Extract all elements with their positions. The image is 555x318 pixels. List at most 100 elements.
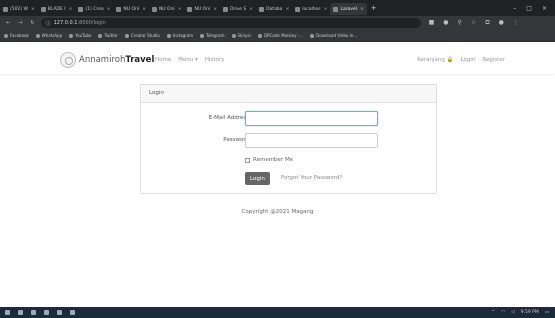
vscode-icon[interactable]: [57, 310, 62, 315]
close-tab-icon[interactable]: ×: [31, 7, 35, 12]
email-label: E-Mail Address: [208, 115, 249, 121]
bookmark-favicon-icon: [310, 33, 315, 38]
info-icon[interactable]: ⓘ: [46, 20, 51, 27]
browser-toolbar: ■ ● ⚲ ☆ ⧉ ● ⋮: [429, 19, 519, 27]
tab-favicon-icon: [295, 6, 301, 12]
bookmark-item[interactable]: Download Video In...: [310, 33, 357, 38]
tab-favicon-icon: [223, 6, 228, 12]
browser-tab[interactable]: localhos ×: [292, 3, 330, 15]
browser-tab[interactable]: NU Onl ×: [149, 3, 185, 15]
close-tab-icon[interactable]: ×: [324, 7, 328, 12]
close-tab-icon[interactable]: ×: [142, 7, 146, 12]
password-input[interactable]: [245, 133, 378, 148]
login-button[interactable]: Login: [245, 172, 270, 185]
windows-start-icon[interactable]: [5, 310, 10, 315]
tray-arrow-icon[interactable]: ^: [491, 310, 495, 315]
close-tab-icon[interactable]: ×: [249, 7, 253, 12]
volume-icon[interactable]: ◁: [511, 310, 514, 315]
browser-tab-active[interactable]: Laravel ×: [330, 3, 367, 15]
tab-favicon-icon: [116, 6, 122, 12]
main-menu: Home Menu ▾ History: [155, 57, 224, 63]
system-tray: ^ ◠ ◁ 9:59 PM ▭: [491, 310, 555, 315]
search-icon[interactable]: [18, 310, 23, 315]
browser-tab-bar: (502) W × BLADE I × (1) Crea × NU Onl × NU O…: [0, 0, 555, 16]
remember-me-checkbox[interactable]: Remember Me: [245, 157, 293, 163]
close-tab-icon[interactable]: ×: [69, 7, 73, 12]
bookmark-favicon-icon: [69, 33, 74, 38]
maximize-icon[interactable]: □: [526, 5, 532, 12]
tab-favicon-icon: [78, 6, 84, 12]
browser-icon[interactable]: [70, 310, 75, 315]
brand-logo-icon: [60, 52, 76, 68]
tab-favicon-icon: [333, 6, 339, 12]
bookmark-item[interactable]: Twitter: [98, 33, 118, 38]
nav-menu-dropdown[interactable]: Menu ▾: [178, 57, 198, 63]
nav-history-link[interactable]: History: [205, 57, 225, 63]
extension-icon[interactable]: ■: [429, 19, 435, 27]
close-tab-icon[interactable]: ×: [360, 7, 364, 12]
nav-buttons: ← → ↻: [0, 20, 35, 26]
nav-register-link[interactable]: Register: [482, 57, 505, 63]
tab-favicon-icon: [3, 6, 8, 12]
bookmark-favicon-icon: [98, 33, 103, 38]
os-taskbar: ^ ◠ ◁ 9:59 PM ▭: [0, 307, 555, 318]
close-tab-icon[interactable]: ×: [213, 7, 217, 12]
extension-icon[interactable]: ●: [443, 19, 448, 27]
wifi-icon[interactable]: ◠: [501, 310, 505, 315]
browser-tab[interactable]: BLADE I ×: [38, 3, 76, 15]
bookmark-item[interactable]: Facebook: [4, 33, 29, 38]
nav-cart-link[interactable]: Keranjang 🔒: [417, 57, 453, 63]
forgot-password-link[interactable]: Forgot Your Password?: [281, 175, 342, 181]
window-controls: – □ ×: [513, 5, 555, 12]
login-card: Login E-Mail Address Password Remember M…: [140, 84, 437, 194]
close-tab-icon[interactable]: ×: [178, 7, 182, 12]
search-icon[interactable]: ⚲: [458, 19, 462, 27]
bookmark-item[interactable]: WhatsApp: [35, 33, 62, 38]
bookmark-item[interactable]: YouTube: [69, 33, 91, 38]
close-tab-icon[interactable]: ×: [285, 7, 289, 12]
tab-favicon-icon: [40, 6, 46, 12]
taskbar-clock[interactable]: 9:59 PM: [521, 310, 539, 315]
remember-me-label: Remember Me: [253, 157, 294, 163]
reload-icon[interactable]: ↻: [30, 20, 34, 26]
minimize-icon[interactable]: –: [513, 5, 516, 12]
browser-tab[interactable]: NU Onl ×: [113, 3, 149, 15]
bookmark-favicon-icon: [35, 33, 40, 38]
close-window-icon[interactable]: ×: [542, 5, 547, 12]
checkbox-icon[interactable]: [245, 157, 250, 163]
file-explorer-icon[interactable]: [44, 310, 49, 315]
bookmark-item[interactable]: QRCode Monkey -...: [257, 33, 303, 38]
back-icon[interactable]: ←: [6, 20, 10, 26]
extensions-puzzle-icon[interactable]: ⧉: [485, 19, 489, 27]
bookmark-item[interactable]: Instagram: [166, 33, 193, 38]
browser-tab[interactable]: Drive S ×: [220, 3, 256, 15]
tab-favicon-icon: [187, 6, 193, 12]
close-tab-icon[interactable]: ×: [107, 7, 111, 12]
bookmark-star-icon[interactable]: ☆: [471, 19, 476, 27]
password-label: Password: [223, 137, 249, 143]
copyright-text: Copyright @2021 Magang: [241, 209, 314, 215]
user-menu: Keranjang 🔒 Login Register: [417, 57, 505, 63]
browser-tab[interactable]: (1) Crea ×: [75, 3, 113, 15]
bookmark-item[interactable]: Creator Studio: [124, 33, 160, 38]
forward-icon[interactable]: →: [18, 20, 22, 26]
profile-avatar-icon[interactable]: ●: [499, 19, 504, 27]
bookmark-item[interactable]: Skripsi: [231, 33, 251, 38]
task-view-icon[interactable]: [31, 310, 36, 315]
menu-kebab-icon[interactable]: ⋮: [513, 19, 519, 27]
brand-link[interactable]: AnnamirohTravel: [60, 52, 154, 68]
login-card-header: Login: [141, 85, 436, 103]
browser-tab[interactable]: NU Onl ×: [184, 3, 220, 15]
notification-icon[interactable]: ▭: [545, 310, 549, 315]
browser-tab[interactable]: Databa ×: [256, 3, 292, 15]
address-bar: ← → ↻ ⓘ 127.0.0.1:8000/login ■ ● ⚲ ☆ ⧉ ●…: [0, 16, 555, 30]
new-tab-icon[interactable]: +: [367, 4, 381, 12]
nav-login-link[interactable]: Login: [461, 57, 476, 63]
url-input[interactable]: ⓘ 127.0.0.1:8000/login: [40, 18, 421, 28]
nav-home-link[interactable]: Home: [155, 57, 171, 63]
bookmark-item[interactable]: Telegram: [200, 33, 225, 38]
bookmark-favicon-icon: [4, 33, 8, 38]
tab-favicon-icon: [259, 6, 265, 12]
browser-tab[interactable]: (502) W ×: [0, 3, 38, 15]
email-input[interactable]: [245, 111, 378, 126]
